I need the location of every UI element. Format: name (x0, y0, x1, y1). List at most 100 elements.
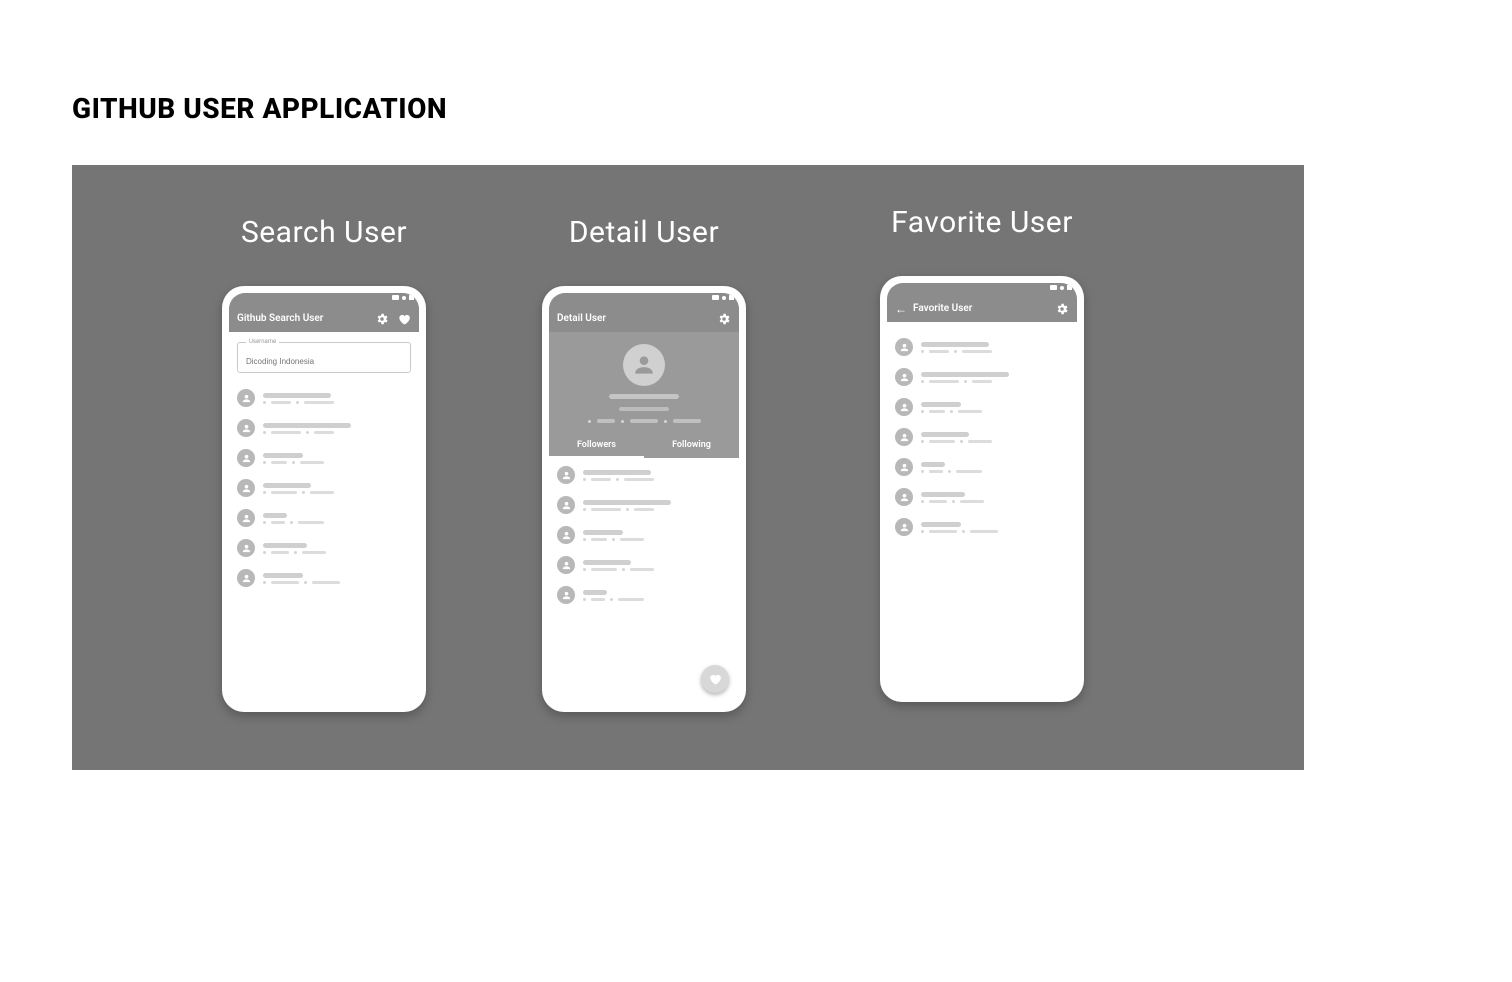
list-item[interactable] (237, 413, 411, 443)
settings-icon[interactable] (717, 312, 731, 326)
appbar-title: Github Search User (237, 313, 375, 324)
placeholder-text (921, 522, 1069, 533)
phone-favorite: ← Favorite User (880, 276, 1084, 702)
list-item[interactable] (557, 460, 731, 490)
list-item[interactable] (895, 392, 1069, 422)
favorite-fab[interactable] (701, 665, 729, 693)
column-search: Search User Github Search User (222, 215, 426, 712)
user-avatar-icon (895, 398, 913, 416)
battery-icon (1050, 285, 1057, 290)
battery-icon (392, 295, 399, 300)
list-item[interactable] (237, 503, 411, 533)
placeholder-name (609, 394, 679, 399)
column-favorite: Favorite User ← Favorite User (880, 205, 1084, 702)
user-list-search[interactable] (229, 381, 419, 595)
placeholder-text (263, 513, 411, 524)
signal-icon (409, 295, 414, 300)
list-item[interactable] (895, 452, 1069, 482)
user-avatar-icon (895, 518, 913, 536)
screen-heading-search: Search User (222, 215, 426, 250)
placeholder-stats (588, 419, 701, 423)
user-avatar-icon (895, 428, 913, 446)
list-item[interactable] (237, 473, 411, 503)
list-item[interactable] (895, 512, 1069, 542)
signal-dot-icon (1060, 286, 1064, 290)
appbar-title: Detail User (557, 313, 717, 324)
user-avatar-icon (557, 526, 575, 544)
list-item[interactable] (895, 332, 1069, 362)
app-bar: Github Search User (229, 305, 419, 332)
tab-followers[interactable]: Followers (549, 433, 644, 458)
wireframe-canvas: Search User Github Search User (72, 165, 1304, 770)
placeholder-username (619, 407, 669, 411)
app-bar: ← Favorite User (887, 295, 1077, 322)
user-avatar-icon (237, 449, 255, 467)
tab-following[interactable]: Following (644, 433, 739, 458)
placeholder-text (583, 530, 731, 541)
user-avatar-icon (557, 466, 575, 484)
placeholder-text (263, 543, 411, 554)
list-item[interactable] (557, 550, 731, 580)
user-avatar-icon (895, 488, 913, 506)
search-input[interactable] (246, 357, 402, 366)
user-list-favorite[interactable] (887, 330, 1077, 544)
search-field[interactable]: Username (237, 342, 411, 373)
list-item[interactable] (237, 443, 411, 473)
search-legend: Username (246, 338, 279, 345)
heart-icon[interactable] (397, 312, 411, 326)
back-icon[interactable]: ← (895, 302, 907, 316)
user-list-detail[interactable] (549, 458, 739, 612)
placeholder-text (921, 402, 1069, 413)
placeholder-text (263, 573, 411, 584)
phone-detail: Detail User Followers Following (542, 286, 746, 712)
placeholder-text (583, 560, 731, 571)
placeholder-text (583, 590, 731, 601)
placeholder-text (921, 342, 1069, 353)
tab-bar: Followers Following (549, 433, 739, 458)
page-title: GITHUB USER APPLICATION (72, 92, 447, 125)
signal-dot-icon (402, 296, 406, 300)
signal-dot-icon (722, 296, 726, 300)
user-avatar-icon (895, 338, 913, 356)
status-bar (549, 293, 739, 305)
signal-icon (1067, 285, 1072, 290)
user-avatar-icon (895, 458, 913, 476)
list-item[interactable] (237, 383, 411, 413)
user-avatar-icon (557, 496, 575, 514)
user-avatar-icon (557, 556, 575, 574)
list-item[interactable] (237, 563, 411, 593)
placeholder-text (263, 393, 411, 404)
user-avatar-icon (237, 539, 255, 557)
list-item[interactable] (557, 580, 731, 610)
placeholder-text (583, 470, 731, 481)
status-bar (229, 293, 419, 305)
placeholder-text (921, 492, 1069, 503)
settings-icon[interactable] (375, 312, 389, 326)
list-item[interactable] (895, 362, 1069, 392)
user-avatar-icon (237, 509, 255, 527)
placeholder-text (921, 372, 1069, 383)
placeholder-text (921, 462, 1069, 473)
user-avatar-icon (237, 569, 255, 587)
signal-icon (729, 295, 734, 300)
list-item[interactable] (557, 490, 731, 520)
user-avatar-icon (895, 368, 913, 386)
user-avatar-icon (557, 586, 575, 604)
screen-heading-detail: Detail User (542, 215, 746, 250)
user-avatar-large (623, 344, 665, 386)
app-bar: Detail User (549, 305, 739, 332)
list-item[interactable] (557, 520, 731, 550)
list-item[interactable] (237, 533, 411, 563)
placeholder-text (921, 432, 1069, 443)
phone-search: Github Search User Username (222, 286, 426, 712)
column-detail: Detail User Detail User (542, 215, 746, 712)
list-item[interactable] (895, 482, 1069, 512)
list-item[interactable] (895, 422, 1069, 452)
battery-icon (712, 295, 719, 300)
user-avatar-icon (237, 419, 255, 437)
appbar-title: Favorite User (913, 303, 1055, 314)
placeholder-text (263, 453, 411, 464)
settings-icon[interactable] (1055, 302, 1069, 316)
detail-header (549, 332, 739, 433)
screen-heading-favorite: Favorite User (880, 205, 1084, 240)
